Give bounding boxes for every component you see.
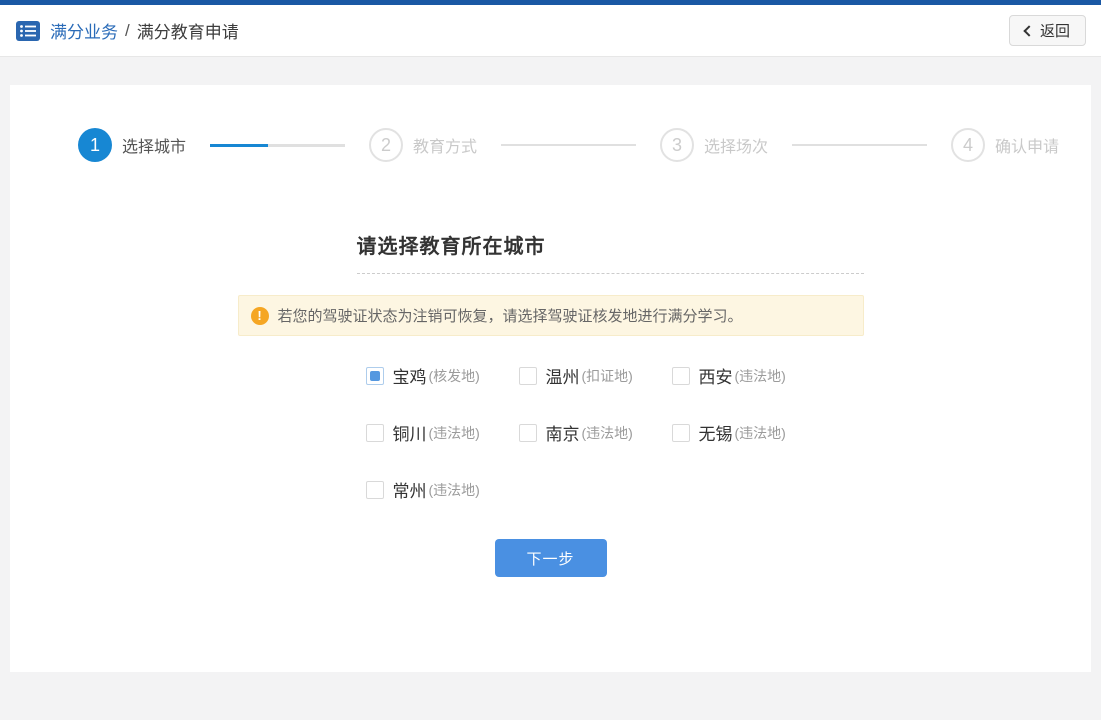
step-4-number: 4 — [951, 128, 985, 162]
step-2-education-mode: 2 教育方式 — [369, 128, 477, 162]
page-body: 1 选择城市 2 教育方式 3 选择场次 4 确认申请 请选择教育所在城市 — [0, 85, 1101, 720]
step-3-select-session: 3 选择场次 — [660, 128, 768, 162]
form-title-divider: 请选择教育所在城市 — [357, 230, 864, 274]
chevron-left-icon — [1023, 25, 1034, 36]
notice-text: 若您的驾驶证状态为注销可恢复，请选择驾驶证核发地进行满分学习。 — [278, 305, 743, 326]
breadcrumb-page-title: 满分教育申请 — [137, 18, 239, 43]
checkbox-icon[interactable] — [519, 424, 537, 442]
checkbox-icon[interactable] — [366, 481, 384, 499]
form-title: 请选择教育所在城市 — [357, 236, 546, 258]
city-tag: (扣证地) — [582, 366, 633, 386]
back-button[interactable]: 返回 — [1009, 15, 1086, 46]
step-4-confirm: 4 确认申请 — [951, 128, 1059, 162]
city-option-wenzhou[interactable]: 温州 (扣证地) — [519, 363, 672, 388]
back-button-label: 返回 — [1040, 20, 1070, 41]
city-option-tongchuan[interactable]: 铜川 (违法地) — [366, 420, 519, 445]
step-2-label: 教育方式 — [413, 133, 477, 157]
city-option-xian[interactable]: 西安 (违法地) — [672, 363, 825, 388]
checkbox-icon[interactable] — [519, 367, 537, 385]
main-panel: 1 选择城市 2 教育方式 3 选择场次 4 确认申请 请选择教育所在城市 — [10, 85, 1091, 672]
city-name: 西安 — [699, 363, 733, 388]
checkbox-icon[interactable] — [672, 424, 690, 442]
city-name: 温州 — [546, 363, 580, 388]
header: 满分业务 / 满分教育申请 返回 — [0, 5, 1101, 57]
step-1-select-city: 1 选择城市 — [78, 128, 186, 162]
city-selection-form: 请选择教育所在城市 若您的驾驶证状态为注销可恢复，请选择驾驶证核发地进行满分学习… — [238, 230, 864, 577]
step-connector-3 — [792, 144, 927, 146]
next-step-button[interactable]: 下一步 — [495, 539, 607, 577]
list-icon — [15, 20, 41, 42]
warning-icon — [251, 307, 269, 325]
city-name: 无锡 — [699, 420, 733, 445]
step-connector-2 — [501, 144, 636, 146]
step-3-label: 选择场次 — [704, 133, 768, 157]
city-option-nanjing[interactable]: 南京 (违法地) — [519, 420, 672, 445]
city-name: 宝鸡 — [393, 363, 427, 388]
step-3-number: 3 — [660, 128, 694, 162]
breadcrumb-section[interactable]: 满分业务 — [50, 18, 118, 43]
breadcrumb-separator: / — [125, 21, 130, 41]
city-option-changzhou[interactable]: 常州 (违法地) — [366, 477, 519, 502]
city-checkbox-grid: 宝鸡 (核发地) 温州 (扣证地) 西安 (违法地) 铜川 (违法地) — [366, 363, 864, 502]
city-tag: (违法地) — [429, 480, 480, 500]
city-name: 南京 — [546, 420, 580, 445]
step-indicator: 1 选择城市 2 教育方式 3 选择场次 4 确认申请 — [10, 85, 1091, 162]
city-tag: (核发地) — [429, 366, 480, 386]
notice-banner: 若您的驾驶证状态为注销可恢复，请选择驾驶证核发地进行满分学习。 — [238, 295, 864, 336]
city-tag: (违法地) — [429, 423, 480, 443]
step-2-number: 2 — [369, 128, 403, 162]
city-option-baoji[interactable]: 宝鸡 (核发地) — [366, 363, 519, 388]
city-option-wuxi[interactable]: 无锡 (违法地) — [672, 420, 825, 445]
checkbox-icon[interactable] — [366, 424, 384, 442]
step-1-number: 1 — [78, 128, 112, 162]
city-name: 铜川 — [393, 420, 427, 445]
step-1-label: 选择城市 — [122, 133, 186, 157]
city-tag: (违法地) — [582, 423, 633, 443]
step-4-label: 确认申请 — [995, 133, 1059, 157]
breadcrumb: 满分业务 / 满分教育申请 — [15, 18, 239, 43]
checkbox-icon[interactable] — [366, 367, 384, 385]
city-tag: (违法地) — [735, 366, 786, 386]
city-tag: (违法地) — [735, 423, 786, 443]
step-connector-1 — [210, 144, 345, 147]
checkbox-icon[interactable] — [672, 367, 690, 385]
city-name: 常州 — [393, 477, 427, 502]
